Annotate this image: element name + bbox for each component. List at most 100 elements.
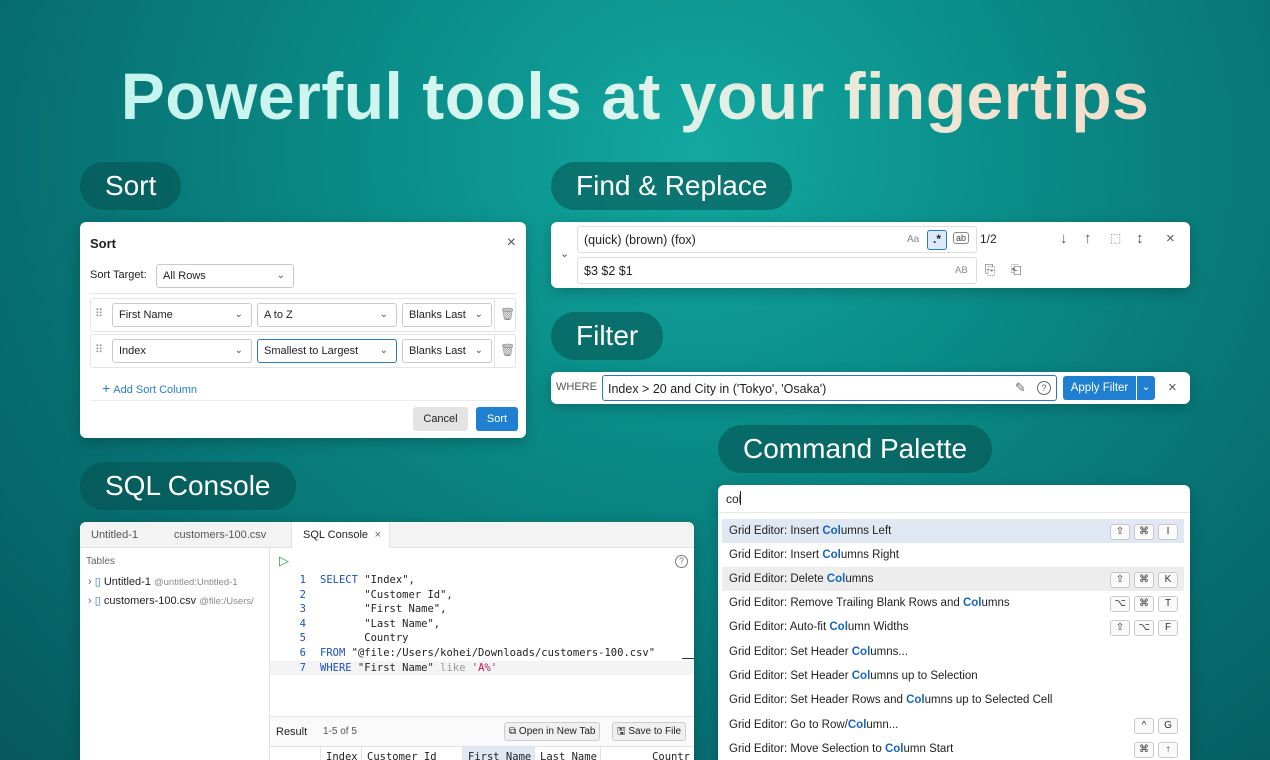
tab-sql-console[interactable]: SQL Console × (291, 522, 390, 548)
line-number: 6 (299, 646, 306, 659)
close-icon[interactable]: × (1166, 230, 1175, 247)
command-label: Grid Editor: Delete Columns (729, 573, 874, 585)
tab-untitled-1[interactable]: Untitled-1 (91, 522, 138, 548)
replace-all-icon[interactable]: ⎗ (1011, 262, 1021, 278)
cancel-button[interactable]: Cancel (413, 407, 468, 431)
shortcut-key: ^ (1134, 718, 1154, 734)
column-header[interactable]: First Name (462, 747, 534, 760)
expand-vertical-icon[interactable]: ↕ (1136, 230, 1144, 247)
database-icon: ▯ (94, 595, 101, 607)
help-icon[interactable]: ? (675, 555, 688, 568)
open-in-new-tab-button[interactable]: ⧉ Open in New Tab (504, 722, 601, 741)
run-icon[interactable]: ▷ (279, 553, 289, 569)
command-item[interactable]: Grid Editor: Set Header Columns up to Se… (722, 664, 1184, 688)
sort-order-select[interactable]: Smallest to Largest ⌄ (257, 339, 397, 363)
code-line: 6 FROM "@file:/Users/kohei/Downloads/cust… (270, 646, 694, 661)
regex-icon[interactable]: .* (927, 230, 947, 250)
drag-handle-icon[interactable]: ⠿ (95, 307, 103, 320)
filter-bar: WHERE Index > 20 and City in ('Tokyo', '… (551, 372, 1190, 404)
keyboard-shortcut: ⇧ ⌥ F (1106, 615, 1178, 639)
line-number: 5 (299, 632, 306, 645)
match-case-icon[interactable]: Aa (907, 234, 919, 245)
command-item[interactable]: Grid Editor: Insert Columns Left ⇧ ⌘ I (722, 519, 1184, 543)
section-label-sql-console: SQL Console (80, 462, 296, 510)
sort-column-select[interactable]: Index ⌄ (112, 339, 252, 363)
section-label-find-replace: Find & Replace (551, 162, 793, 210)
result-panel: Result 1-5 of 5 ⧉ Open in New Tab 🖫 Save… (270, 716, 694, 760)
sort-column-select[interactable]: First Name ⌄ (112, 303, 252, 327)
section-label-sort: Sort (80, 162, 182, 210)
command-search-input[interactable]: col (718, 485, 1190, 513)
command-label: Grid Editor: Set Header Columns up to Se… (729, 670, 978, 682)
command-item[interactable]: Grid Editor: Insert Columns Right (722, 543, 1184, 567)
sort-order-select[interactable]: A to Z ⌄ (257, 303, 397, 327)
result-range: 1-5 of 5 (323, 726, 357, 737)
drag-handle-icon[interactable]: ⠿ (95, 343, 103, 356)
shortcut-key: ⌘ (1134, 742, 1154, 758)
column-header[interactable]: Index (320, 747, 361, 760)
sort-target-select[interactable]: All Rows ⌄ (156, 264, 294, 288)
trash-icon[interactable]: 🗑 (500, 307, 515, 321)
shortcut-key: T (1158, 596, 1178, 612)
keyboard-shortcut: ⌘ ↑ (1130, 737, 1178, 760)
arrow-down-icon[interactable]: ↓ (1060, 230, 1068, 247)
table-item[interactable]: › ▯ customers-100.csv @file:/Users/ (88, 594, 254, 607)
line-number: 1 (299, 574, 306, 586)
help-icon[interactable]: ? (1037, 381, 1051, 395)
filter-input[interactable]: Index > 20 and City in ('Tokyo', 'Osaka'… (602, 375, 1057, 401)
column-header[interactable]: Customer Id (361, 747, 462, 760)
result-label: Result (276, 726, 308, 738)
command-label: Grid Editor: Insert Columns Left (729, 525, 892, 537)
pencil-icon[interactable]: ✎ (1015, 380, 1026, 396)
sort-dialog-title: Sort (90, 236, 116, 251)
sort-button[interactable]: Sort (476, 407, 518, 431)
shortcut-key: ⌥ (1110, 596, 1130, 612)
add-sort-column-button[interactable]: + Add Sort Column (102, 380, 197, 396)
table-item[interactable]: › ▯ Untitled-1 @untitled:Untitled-1 (88, 575, 238, 588)
command-item[interactable]: Grid Editor: Set Header Rows and Columns… (722, 688, 1184, 712)
find-input[interactable]: (quick) (brown) (fox) Aa .* ab (577, 226, 977, 253)
command-item[interactable]: Grid Editor: Go to Row/Column... ^ G (722, 713, 1184, 737)
replace-icon[interactable]: ⎘ (985, 262, 995, 278)
command-item[interactable]: Grid Editor: Move Selection to Column St… (722, 737, 1184, 760)
command-item[interactable]: Grid Editor: Remove Trailing Blank Rows … (722, 591, 1184, 615)
tables-heading: Tables (86, 556, 115, 567)
preserve-case-icon[interactable]: AB (955, 265, 968, 276)
apply-filter-button[interactable]: Apply Filter (1063, 376, 1136, 400)
selection-icon[interactable]: ⬚ (1110, 231, 1121, 245)
command-label: Grid Editor: Move Selection to Column St… (729, 743, 954, 755)
whole-word-icon[interactable]: ab (953, 232, 970, 244)
sort-blanks-select[interactable]: Blanks Last ⌄ (402, 303, 492, 327)
shortcut-key: ⇧ (1110, 524, 1130, 540)
trash-icon[interactable]: 🗑 (500, 343, 515, 357)
shortcut-key: I (1158, 524, 1178, 540)
column-header[interactable]: Last Name (534, 747, 600, 760)
line-number: 4 (299, 617, 306, 630)
close-icon[interactable]: × (1168, 379, 1177, 396)
sql-editor[interactable]: ▷ ? 1 SELECT "Index", 2 "Customer Id", 3 "F… (270, 548, 694, 716)
keyboard-shortcut: ⌥ ⌘ T (1106, 591, 1178, 615)
line-number: 7 (299, 661, 306, 674)
command-label: Grid Editor: Set Header Columns... (729, 646, 908, 658)
keyboard-shortcut: ⇧ ⌘ I (1106, 519, 1178, 543)
command-item[interactable]: Grid Editor: Delete Columns ⇧ ⌘ K (722, 567, 1184, 591)
close-icon[interactable]: × (507, 234, 516, 252)
result-table-header: Index Customer Id First Name Last Name Count… (270, 746, 694, 760)
arrow-up-icon[interactable]: ↑ (1084, 230, 1092, 247)
shortcut-key: ⌥ (1134, 620, 1154, 636)
tab-bar: Untitled-1 customers-100.csv SQL Console… (80, 522, 694, 548)
sort-blanks-select[interactable]: Blanks Last ⌄ (402, 339, 492, 363)
column-header[interactable]: Countr (600, 747, 690, 760)
chevron-down-icon[interactable]: ⌄ (560, 247, 569, 260)
save-to-file-button[interactable]: 🖫 Save to File (612, 722, 687, 741)
replace-input[interactable]: $3 $2 $1 AB (577, 257, 977, 284)
tables-sidebar: Tables › ▯ Untitled-1 @untitled:Untitled… (80, 548, 270, 760)
chevron-down-icon[interactable]: ⌄ (1137, 376, 1155, 400)
command-item[interactable]: Grid Editor: Set Header Columns... (722, 640, 1184, 664)
tab-customers-csv[interactable]: customers-100.csv (174, 522, 266, 548)
command-item[interactable]: Grid Editor: Auto-fit Column Widths ⇧ ⌥ F (722, 615, 1184, 639)
keyboard-shortcut: ^ G (1130, 713, 1178, 737)
chevron-right-icon: › (88, 576, 92, 588)
close-icon[interactable]: × (375, 522, 381, 548)
keyboard-shortcut: ⇧ ⌘ K (1106, 567, 1178, 591)
